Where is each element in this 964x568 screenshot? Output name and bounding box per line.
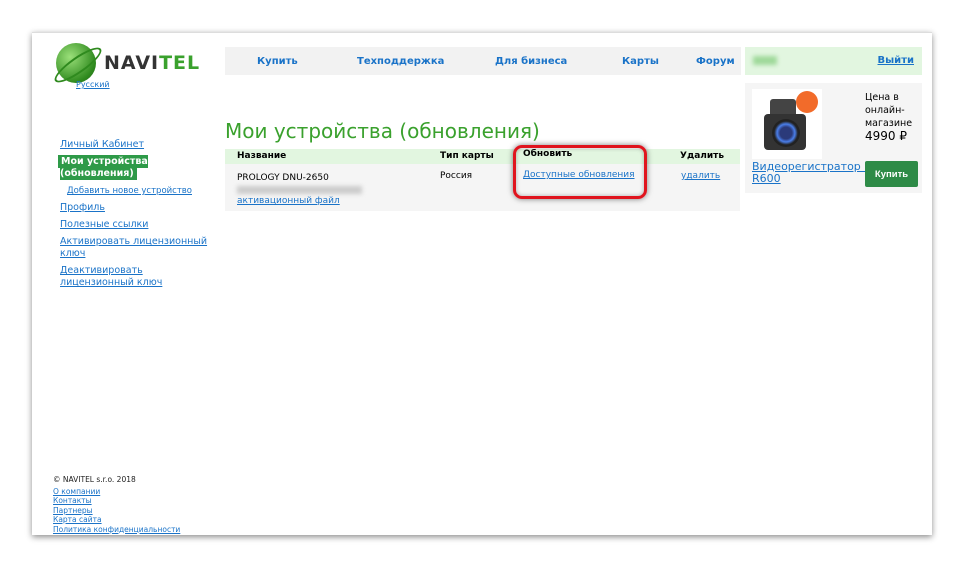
table-header: Название Тип карты Обновить Удалить (225, 149, 740, 164)
devices-table: Название Тип карты Обновить Удалить PROL… (225, 149, 740, 211)
page-title: Мои устройства (обновления) (225, 119, 540, 143)
map-type: Россия (440, 171, 473, 181)
product-image[interactable] (752, 89, 822, 159)
price-block: Цена в онлайн-магазине 4990 ₽ (865, 91, 915, 143)
nav-maps[interactable]: Карты (622, 56, 659, 67)
language-link[interactable]: Русский (76, 80, 110, 89)
price-value: 4990 ₽ (865, 129, 907, 143)
sidebar-item-my-devices[interactable]: Мои устройства (обновления) (58, 155, 148, 180)
activation-file-link[interactable]: активационный файл (237, 196, 340, 206)
sidebar-item-links[interactable]: Полезные ссылки (60, 219, 148, 230)
nav-forum[interactable]: Форум (696, 56, 735, 67)
copyright: © NAVITEL s.r.o. 2018 (53, 475, 136, 484)
col-map-type: Тип карты (440, 151, 494, 161)
device-id-blurred (237, 186, 362, 194)
footer-link-sitemap[interactable]: Карта сайта (53, 515, 180, 525)
sidebar-item-deactivate-key[interactable]: Деактивировать лицензионный ключ (60, 265, 162, 288)
globe-logo-icon (56, 43, 96, 83)
username-blurred[interactable] (753, 56, 777, 65)
sidebar-item-add-device[interactable]: Добавить новое устройство (67, 186, 192, 196)
nav-buy[interactable]: Купить (257, 56, 298, 67)
footer-link-partners[interactable]: Партнеры (53, 506, 180, 516)
footer: © NAVITEL s.r.o. 2018 О компании Контакт… (53, 475, 180, 534)
delete-link[interactable]: удалить (681, 171, 720, 181)
price-label: Цена в онлайн-магазине (865, 92, 913, 129)
navitel-logo[interactable]: NAVITEL (56, 43, 200, 83)
nav-business[interactable]: Для бизнеса (495, 56, 567, 67)
user-bar: Выйти (745, 47, 922, 75)
top-nav: Купить Техподдержка Для бизнеса Карты Фо… (225, 47, 741, 75)
col-delete: Удалить (680, 151, 725, 161)
buy-button[interactable]: Купить (865, 161, 918, 187)
footer-link-privacy[interactable]: Политика конфиденциальности (53, 525, 180, 535)
nav-support[interactable]: Техподдержка (357, 56, 444, 67)
sidebar-item-activate-key[interactable]: Активировать лицензионный ключ (60, 236, 207, 259)
sidebar-item-profile[interactable]: Профиль (60, 202, 105, 213)
footer-link-about[interactable]: О компании (53, 487, 180, 497)
sidebar-item-account[interactable]: Личный Кабинет (60, 139, 144, 150)
highlight-annotation (513, 145, 647, 199)
footer-link-contacts[interactable]: Контакты (53, 496, 180, 506)
sidebar: Личный Кабинет Мои устройства (обновлени… (58, 139, 215, 294)
device-name: PROLOGY DNU-2650 (237, 173, 329, 183)
page: NAVITEL Русский Купить Техподдержка Для … (32, 32, 932, 535)
col-name: Название (237, 151, 287, 161)
logout-link[interactable]: Выйти (878, 55, 914, 66)
promo-card: Цена в онлайн-магазине 4990 ₽ Видеорегис… (745, 83, 922, 193)
